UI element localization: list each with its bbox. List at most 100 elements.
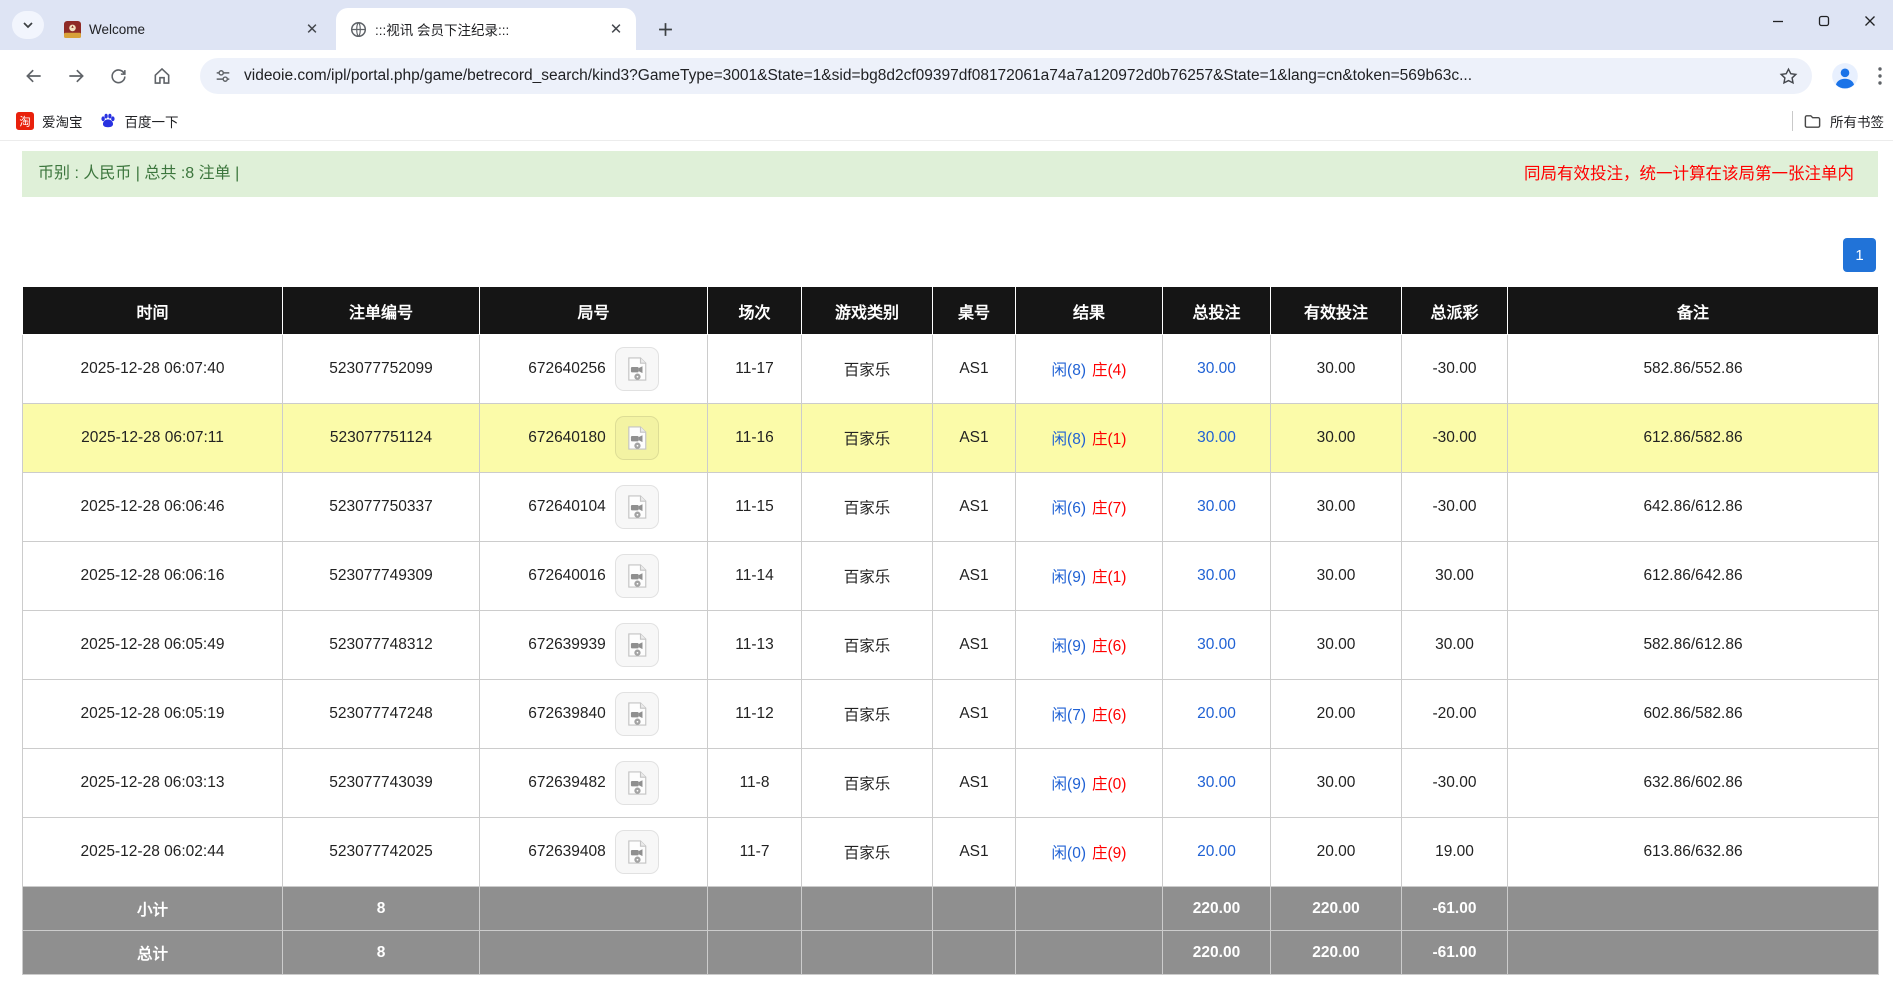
video-replay-button[interactable] <box>615 554 659 598</box>
tab-betrecord[interactable]: :::视讯 会员下注纪录::: ✕ <box>336 8 636 50</box>
video-replay-button[interactable] <box>615 485 659 529</box>
table-row[interactable]: 2025-12-28 06:06:46523077750337672640104… <box>23 473 1879 542</box>
browser-toolbar: videoie.com/ipl/portal.php/game/betrecor… <box>0 50 1893 102</box>
tab-close-button[interactable]: ✕ <box>606 19 626 39</box>
total-bet-link[interactable]: 30.00 <box>1197 567 1236 584</box>
all-bookmarks-button[interactable]: 所有书签 <box>1803 111 1884 131</box>
valid-bet-cell: 20.00 <box>1271 818 1402 887</box>
new-tab-button[interactable] <box>650 14 680 44</box>
bet-id-cell: 523077748312 <box>283 611 480 680</box>
remark-cell: 612.86/642.86 <box>1508 542 1879 611</box>
payout-cell: -20.00 <box>1402 680 1508 749</box>
video-replay-button[interactable] <box>615 692 659 736</box>
summary-total-bet-cell: 220.00 <box>1163 887 1271 931</box>
time-cell: 2025-12-28 06:05:19 <box>23 680 283 749</box>
result-banker: 庄(6) <box>1092 638 1126 655</box>
total-bet-cell: 20.00 <box>1163 818 1271 887</box>
summary-empty-cell <box>480 931 708 975</box>
bookmark-page-button[interactable] <box>1779 67 1798 86</box>
bookmark-taobao[interactable]: 淘 爱淘宝 <box>16 111 83 131</box>
tab-search-button[interactable] <box>12 11 44 39</box>
video-replay-button[interactable] <box>615 623 659 667</box>
total-bet-link[interactable]: 20.00 <box>1197 843 1236 860</box>
session-cell: 11-16 <box>708 404 802 473</box>
close-window-button[interactable] <box>1847 0 1893 42</box>
remark-cell: 582.86/612.86 <box>1508 611 1879 680</box>
round-id: 672639840 <box>528 705 606 723</box>
baidu-paw-icon <box>99 112 117 130</box>
summary-payout-cell: -61.00 <box>1402 931 1508 975</box>
column-header: 桌号 <box>933 287 1016 335</box>
session-cell: 11-7 <box>708 818 802 887</box>
session-cell: 11-14 <box>708 542 802 611</box>
round-id: 672639939 <box>528 636 606 654</box>
table-row[interactable]: 2025-12-28 06:07:11523077751124672640180… <box>23 404 1879 473</box>
column-header: 游戏类别 <box>802 287 933 335</box>
pagination-page-1-button[interactable]: 1 <box>1843 238 1876 272</box>
total-bet-link[interactable]: 30.00 <box>1197 636 1236 653</box>
url-text[interactable]: videoie.com/ipl/portal.php/game/betrecor… <box>244 67 1771 85</box>
video-file-icon <box>623 700 651 728</box>
summary-empty-cell <box>708 887 802 931</box>
browser-menu-button[interactable] <box>1871 64 1889 88</box>
time-cell: 2025-12-28 06:07:11 <box>23 404 283 473</box>
result-cell: 闲(9)庄(1) <box>1016 542 1163 611</box>
bookmark-baidu[interactable]: 百度一下 <box>99 111 179 131</box>
total-bet-link[interactable]: 30.00 <box>1197 429 1236 446</box>
summary-info-bar: 币别 : 人民币 | 总共 :8 注单 | 同局有效投注，统一计算在该局第一张注… <box>22 151 1878 197</box>
summary-empty-cell <box>933 931 1016 975</box>
minimize-button[interactable] <box>1755 0 1801 42</box>
total-bet-link[interactable]: 30.00 <box>1197 360 1236 377</box>
round-id: 672639482 <box>528 774 606 792</box>
home-button[interactable] <box>146 60 178 92</box>
reload-button[interactable] <box>102 60 134 92</box>
tab-close-button[interactable]: ✕ <box>302 19 322 39</box>
bet-id-cell: 523077750337 <box>283 473 480 542</box>
column-header: 有效投注 <box>1271 287 1402 335</box>
site-settings-icon[interactable] <box>214 67 232 85</box>
tab-welcome[interactable]: Welcome ✕ <box>50 8 332 50</box>
video-replay-button[interactable] <box>615 416 659 460</box>
maximize-button[interactable] <box>1801 0 1847 42</box>
round-id: 672639408 <box>528 843 606 861</box>
result-player: 闲(6) <box>1052 500 1086 517</box>
table-row[interactable]: 2025-12-28 06:05:19523077747248672639840… <box>23 680 1879 749</box>
total-bet-link[interactable]: 20.00 <box>1197 705 1236 722</box>
summary-payout-cell: -61.00 <box>1402 887 1508 931</box>
total-bet-cell: 30.00 <box>1163 542 1271 611</box>
bookmark-label: 爱淘宝 <box>42 111 83 131</box>
result-cell: 闲(8)庄(1) <box>1016 404 1163 473</box>
time-cell: 2025-12-28 06:06:16 <box>23 542 283 611</box>
column-header: 结果 <box>1016 287 1163 335</box>
result-banker: 庄(9) <box>1092 845 1126 862</box>
round-cell: 672640104 <box>480 473 708 542</box>
session-cell: 11-13 <box>708 611 802 680</box>
forward-button[interactable] <box>60 60 92 92</box>
video-file-icon <box>623 424 651 452</box>
kebab-menu-icon <box>1871 64 1889 88</box>
profile-button[interactable] <box>1831 62 1859 90</box>
back-button[interactable] <box>18 60 50 92</box>
bet-table-body: 2025-12-28 06:07:40523077752099672640256… <box>23 335 1879 975</box>
video-replay-button[interactable] <box>615 761 659 805</box>
video-replay-button[interactable] <box>615 830 659 874</box>
bookmark-label: 百度一下 <box>125 111 179 131</box>
table-row[interactable]: 2025-12-28 06:05:49523077748312672639939… <box>23 611 1879 680</box>
round-cell: 672640256 <box>480 335 708 404</box>
summary-valid-bet-cell: 220.00 <box>1271 887 1402 931</box>
total-bet-link[interactable]: 30.00 <box>1197 498 1236 515</box>
time-cell: 2025-12-28 06:07:40 <box>23 335 283 404</box>
table-row[interactable]: 2025-12-28 06:07:40523077752099672640256… <box>23 335 1879 404</box>
summary-label-cell: 总计 <box>23 931 283 975</box>
column-header: 备注 <box>1508 287 1879 335</box>
total-bet-link[interactable]: 30.00 <box>1197 774 1236 791</box>
remark-cell: 612.86/582.86 <box>1508 404 1879 473</box>
video-file-icon <box>623 838 651 866</box>
table-no-cell: AS1 <box>933 749 1016 818</box>
table-row[interactable]: 2025-12-28 06:02:44523077742025672639408… <box>23 818 1879 887</box>
table-row[interactable]: 2025-12-28 06:03:13523077743039672639482… <box>23 749 1879 818</box>
video-replay-button[interactable] <box>615 347 659 391</box>
address-bar[interactable]: videoie.com/ipl/portal.php/game/betrecor… <box>200 58 1812 94</box>
table-row[interactable]: 2025-12-28 06:06:16523077749309672640016… <box>23 542 1879 611</box>
forward-icon <box>66 66 86 86</box>
